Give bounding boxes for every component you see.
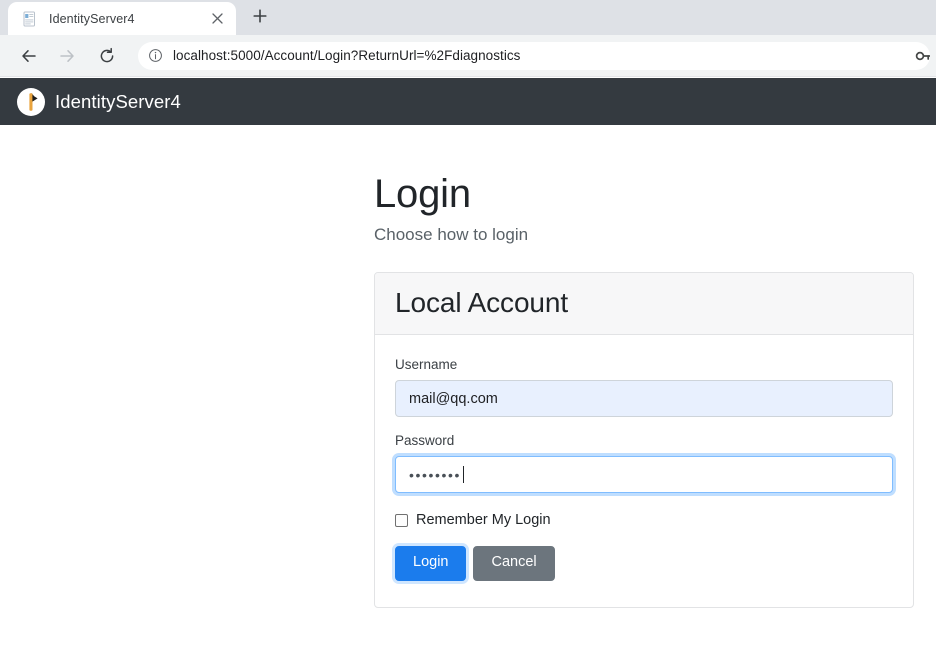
password-form-group: Password ••••••••: [395, 433, 893, 493]
key-icon[interactable]: [914, 46, 930, 66]
tab-title: IdentityServer4: [49, 11, 135, 26]
page-content: Login Choose how to login Local Account …: [0, 125, 936, 608]
login-button[interactable]: Login: [395, 546, 467, 581]
browser-window: IdentityServer4 localhost:5000/Account/L…: [0, 0, 936, 670]
login-form: Username Password ••••••••: [375, 335, 913, 607]
page-title: Login: [374, 172, 471, 216]
username-form-group: Username: [395, 357, 893, 417]
remember-login-label: Remember My Login: [416, 512, 551, 528]
back-arrow-icon[interactable]: [14, 41, 44, 71]
remember-login-row[interactable]: Remember My Login: [395, 512, 893, 528]
address-bar[interactable]: localhost:5000/Account/Login?ReturnUrl=%…: [138, 41, 930, 70]
tab-strip: IdentityServer4: [0, 0, 936, 35]
info-circle-icon[interactable]: [148, 48, 164, 64]
password-input[interactable]: [395, 456, 893, 493]
card-header: Local Account: [375, 273, 913, 335]
page-favicon-icon: [22, 11, 38, 27]
page-subtitle: Choose how to login: [374, 225, 529, 244]
remember-login-checkbox[interactable]: [395, 513, 408, 527]
address-bar-url: localhost:5000/Account/Login?ReturnUrl=%…: [173, 48, 521, 63]
identityserver-logo-icon: [17, 87, 45, 116]
site-brand-label: IdentityServer4: [55, 90, 181, 112]
card-header-title: Local Account: [395, 287, 569, 318]
site-navbar: IdentityServer4: [0, 78, 936, 125]
local-account-card: Local Account Username Password ••••••••: [374, 272, 914, 608]
close-icon[interactable]: [208, 10, 226, 28]
form-actions: Login Cancel: [395, 546, 893, 581]
cancel-button[interactable]: Cancel: [473, 546, 555, 581]
password-label: Password: [395, 433, 455, 448]
username-label: Username: [395, 357, 458, 372]
username-input[interactable]: [395, 380, 893, 417]
site-brand[interactable]: IdentityServer4: [17, 87, 181, 116]
forward-arrow-icon: [52, 41, 82, 71]
plus-icon: [253, 8, 267, 28]
new-tab-button[interactable]: [246, 4, 274, 32]
browser-tab-identityserver4[interactable]: IdentityServer4: [8, 2, 236, 35]
page-viewport: IdentityServer4 Login Choose how to logi…: [0, 78, 936, 670]
reload-icon[interactable]: [92, 41, 122, 71]
browser-toolbar: localhost:5000/Account/Login?ReturnUrl=%…: [0, 35, 936, 77]
